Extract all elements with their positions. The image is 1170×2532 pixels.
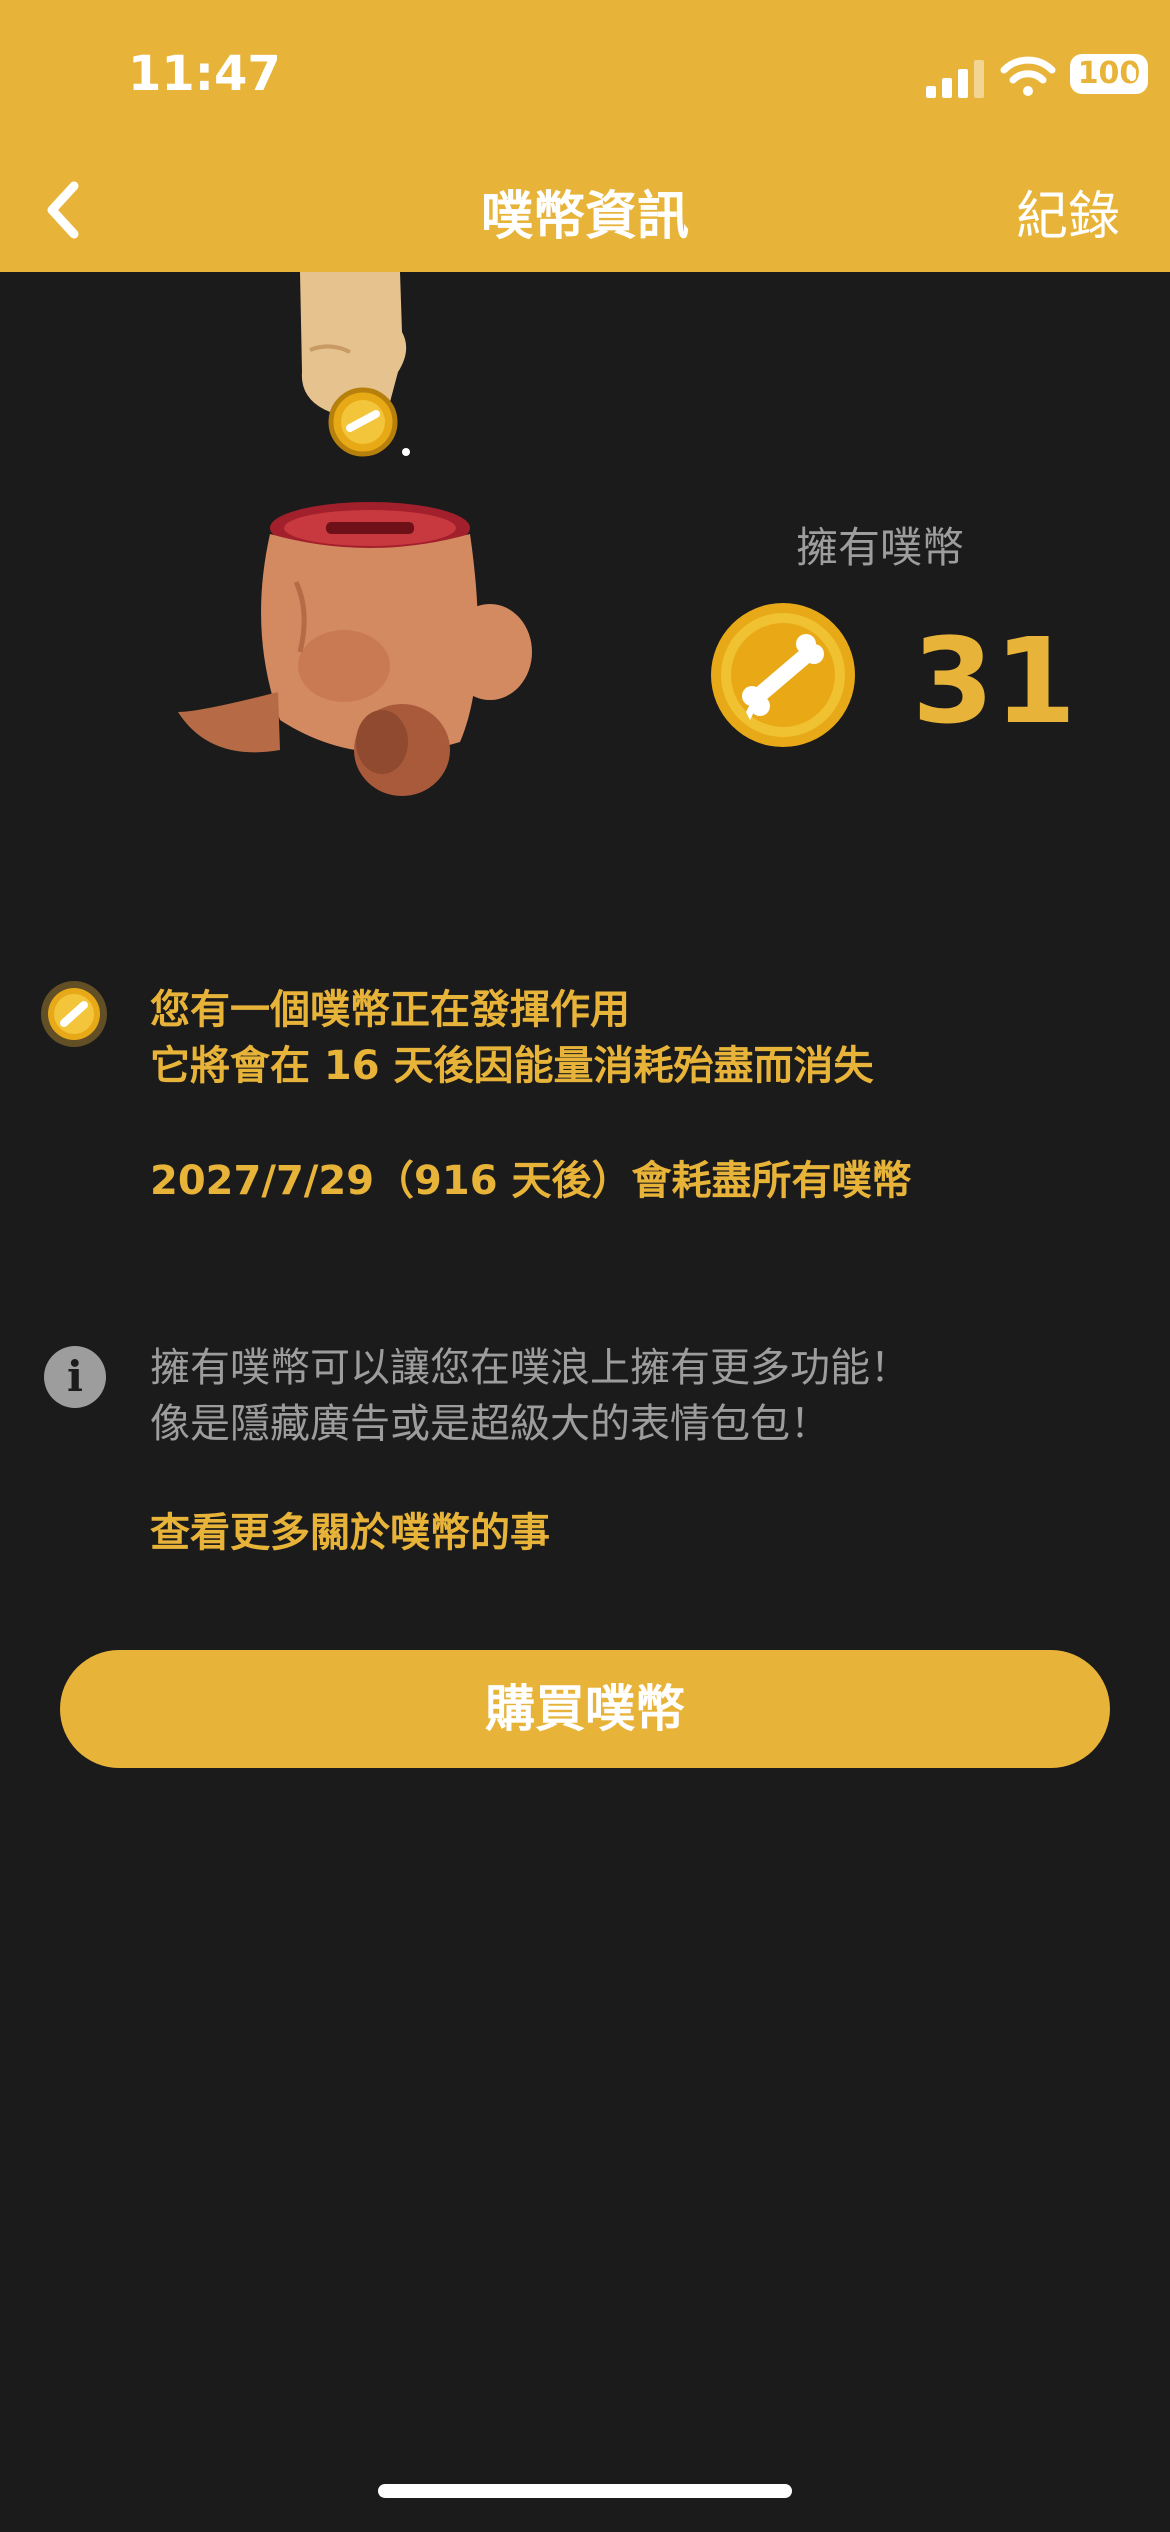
wifi-icon [1000,56,1056,96]
history-button[interactable]: 紀錄 [1016,174,1120,249]
home-indicator [378,2484,792,2498]
coin-icon [711,603,855,747]
battery-icon: 100 [1070,54,1148,94]
active-coin-line2: 它將會在 16 天後因能量消耗殆盡而消失 [150,1043,874,1089]
top-bar: 11:47 100 噗幣資訊 紀錄 [0,0,1170,272]
balance-label: 擁有噗幣 [795,523,964,572]
learn-more-link[interactable]: 查看更多關於噗幣的事 [150,1500,550,1558]
coin-count: 31 [912,612,1077,750]
buy-coins-button[interactable]: 購買噗幣 [60,1650,1110,1768]
active-coin-line1: 您有一個噗幣正在發揮作用 [150,987,630,1033]
active-coin-text: 您有一個噗幣正在發揮作用 它將會在 16 天後因能量消耗殆盡而消失 [150,982,874,1094]
status-time: 11:47 [128,46,281,102]
about-text: 擁有噗幣可以讓您在噗浪上擁有更多功能！ 像是隱藏廣告或是超級大的表情包包！ [150,1340,910,1452]
info-icon: i [44,1346,106,1408]
signal-icon [926,60,984,98]
piggy-bank-illustration [178,272,532,796]
expiry-date-text: 2027/7/29（916 天後）會耗盡所有噗幣 [150,1158,912,1204]
page-title: 噗幣資訊 [480,187,689,247]
about-line2: 像是隱藏廣告或是超級大的表情包包！ [150,1401,830,1447]
glowing-coin-icon [41,981,107,1047]
battery-tip [1130,67,1136,81]
about-line1: 擁有噗幣可以讓您在噗浪上擁有更多功能！ [150,1345,910,1391]
